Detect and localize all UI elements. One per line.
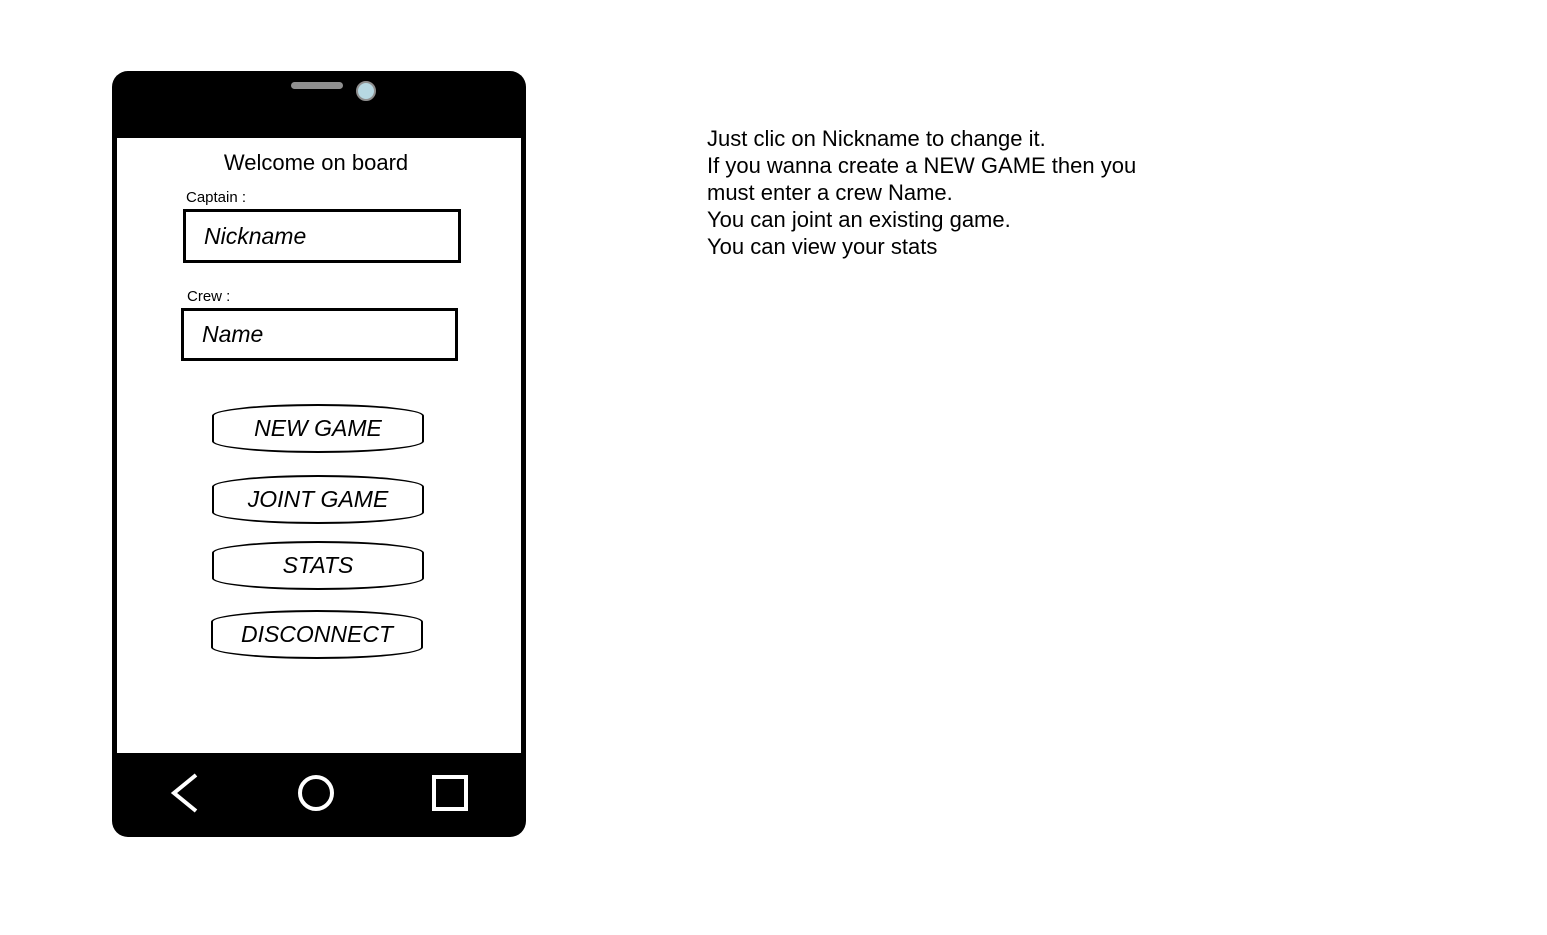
back-icon[interactable] <box>164 771 208 815</box>
phone-screen: Welcome on board Captain : Nickname Crew… <box>117 138 521 753</box>
new-game-button[interactable]: NEW GAME <box>212 404 424 453</box>
phone-frame: Welcome on board Captain : Nickname Crew… <box>112 71 526 837</box>
captain-nickname-field[interactable]: Nickname <box>183 209 461 263</box>
note-line: If you wanna create a NEW GAME then you <box>707 153 1137 178</box>
note-line: You can joint an existing game. <box>707 207 1011 232</box>
crew-label: Crew : <box>187 288 231 305</box>
join-game-button[interactable]: JOINT GAME <box>212 475 424 524</box>
wireframe-canvas: Welcome on board Captain : Nickname Crew… <box>0 0 1547 935</box>
annotation-notes: Just clic on Nickname to change it. If y… <box>707 125 1227 260</box>
note-line: Just clic on Nickname to change it. <box>707 126 1046 151</box>
welcome-title: Welcome on board <box>223 150 409 175</box>
crew-name-value: Name <box>202 321 264 347</box>
captain-nickname-value: Nickname <box>204 222 307 249</box>
crew-name-field[interactable]: Name <box>181 308 458 361</box>
note-line: must enter a crew Name. <box>707 180 953 205</box>
stats-button[interactable]: STATS <box>212 541 424 590</box>
note-line: You can view your stats <box>707 234 938 259</box>
phone-speaker <box>291 82 343 89</box>
phone-camera <box>356 81 376 101</box>
disconnect-button[interactable]: DISCONNECT <box>211 610 423 659</box>
captain-label: Captain : <box>186 189 247 206</box>
recents-icon[interactable] <box>428 771 472 815</box>
home-icon[interactable] <box>294 771 338 815</box>
android-nav-bar <box>112 753 526 837</box>
